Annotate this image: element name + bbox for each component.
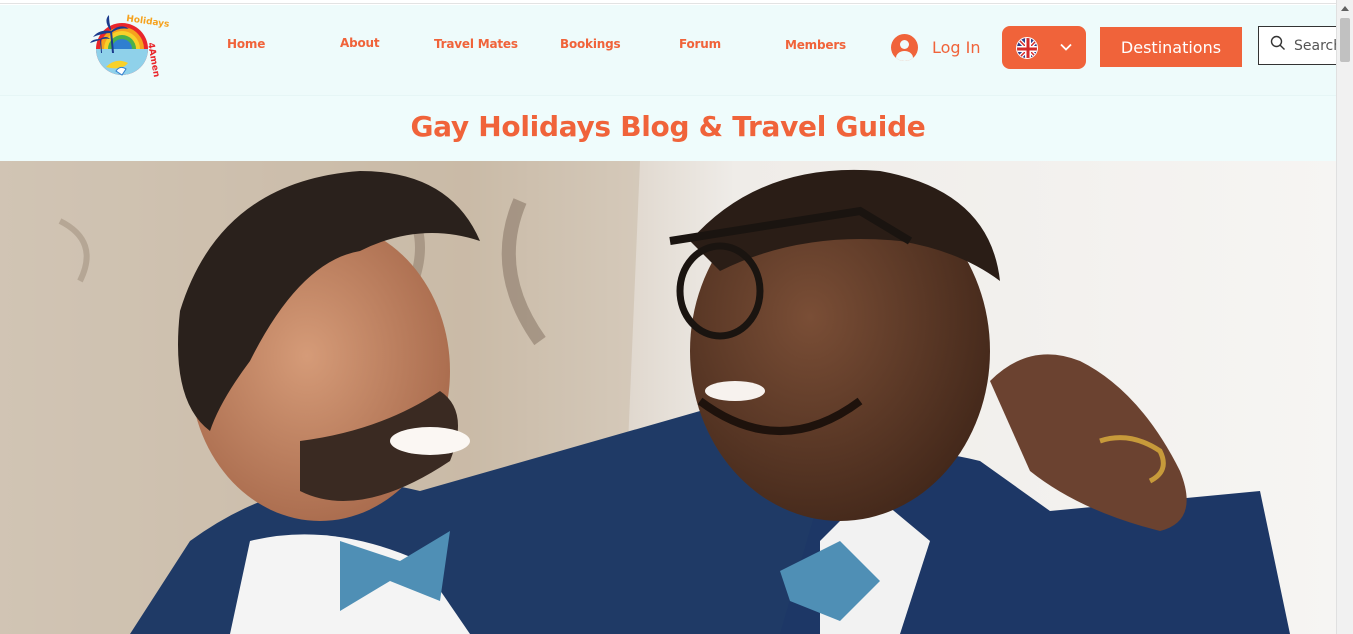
nav-home[interactable]: Home xyxy=(227,37,265,51)
user-avatar-icon xyxy=(891,33,918,61)
nav-forum[interactable]: Forum xyxy=(679,37,721,51)
title-band: Gay Holidays Blog & Travel Guide xyxy=(0,95,1336,161)
chevron-down-icon xyxy=(1058,39,1074,60)
login-button[interactable]: Log In xyxy=(891,33,981,61)
top-border xyxy=(0,0,1336,4)
uk-flag-icon xyxy=(1016,37,1038,59)
nav-about[interactable]: About xyxy=(340,36,380,50)
logo-icon: Holidays 4Amen xyxy=(90,14,170,78)
nav-bookings[interactable]: Bookings xyxy=(560,37,621,51)
scroll-thumb[interactable] xyxy=(1340,18,1350,62)
destinations-button[interactable]: Destinations xyxy=(1100,27,1242,67)
site-header: Holidays 4Amen Home About Travel Mates B… xyxy=(0,5,1348,95)
page-title: Gay Holidays Blog & Travel Guide xyxy=(410,110,926,143)
login-label: Log In xyxy=(932,37,981,57)
site-logo[interactable]: Holidays 4Amen xyxy=(86,9,172,85)
hero-photo xyxy=(0,161,1336,634)
scroll-up-arrow-icon[interactable] xyxy=(1341,6,1349,11)
language-selector[interactable] xyxy=(1002,26,1086,69)
search-icon xyxy=(1270,35,1286,56)
search-box[interactable] xyxy=(1258,26,1348,65)
nav-travel-mates[interactable]: Travel Mates xyxy=(434,37,518,51)
hero-image xyxy=(0,161,1336,634)
scrollbar[interactable] xyxy=(1336,0,1353,634)
nav-members[interactable]: Members xyxy=(785,38,846,52)
svg-text:4Amen: 4Amen xyxy=(145,42,161,78)
